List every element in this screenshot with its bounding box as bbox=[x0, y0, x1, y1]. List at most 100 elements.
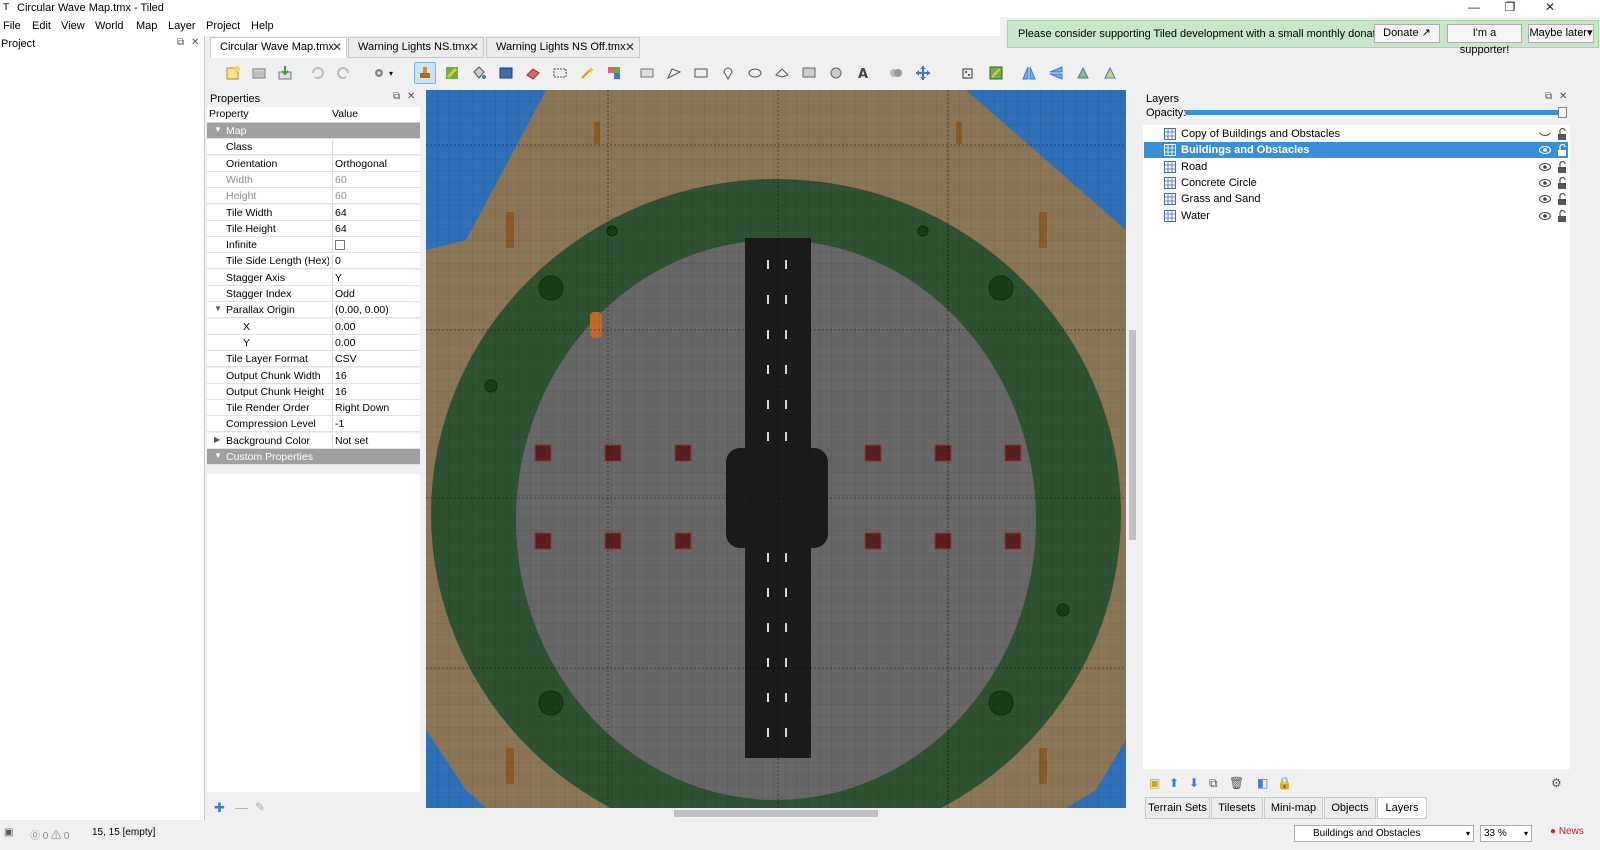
shape-fill-icon[interactable] bbox=[495, 62, 517, 84]
property-value[interactable]: 64 bbox=[332, 221, 420, 236]
minimize-button[interactable]: — bbox=[1456, 0, 1492, 15]
move-world-icon[interactable] bbox=[912, 62, 934, 84]
rotate-left-icon[interactable] bbox=[1072, 62, 1094, 84]
property-value[interactable]: 0 bbox=[332, 254, 420, 269]
unlock-icon[interactable] bbox=[1557, 144, 1567, 157]
unlock-icon[interactable] bbox=[1557, 176, 1567, 189]
rectangle-select-icon[interactable] bbox=[549, 62, 571, 84]
project-panel-float-icon[interactable]: ⧉ bbox=[177, 37, 184, 49]
menu-map[interactable]: Map bbox=[136, 20, 157, 33]
vertical-scroll-thumb[interactable] bbox=[1129, 330, 1136, 540]
property-value[interactable]: Right Down bbox=[332, 401, 420, 416]
show-other-layers-icon[interactable]: ◧ bbox=[1257, 776, 1268, 790]
property-value[interactable]: Y bbox=[332, 270, 420, 285]
property-row[interactable]: Compression Level -1 bbox=[207, 416, 420, 433]
lock-other-layers-icon[interactable]: 🔒 bbox=[1277, 776, 1292, 790]
lower-layer-icon[interactable]: ⬇ bbox=[1189, 776, 1199, 790]
undo-icon[interactable] bbox=[306, 62, 328, 84]
property-value[interactable]: 60 bbox=[332, 189, 420, 204]
restore-button[interactable]: ❐ bbox=[1492, 0, 1528, 15]
insert-polygon-icon[interactable] bbox=[771, 62, 793, 84]
properties-close-icon[interactable]: ✕ bbox=[407, 91, 415, 103]
new-layer-icon[interactable]: ▣ bbox=[1149, 776, 1160, 790]
eye-icon[interactable] bbox=[1539, 211, 1551, 221]
layers-close-icon[interactable]: ✕ bbox=[1559, 91, 1567, 103]
property-row[interactable]: Infinite bbox=[207, 237, 420, 254]
eye-icon[interactable] bbox=[1539, 145, 1551, 155]
tab-layers[interactable]: Layers bbox=[1377, 797, 1427, 819]
open-file-icon[interactable] bbox=[248, 62, 270, 84]
property-row[interactable]: Tile Layer Format CSV bbox=[207, 351, 420, 368]
magic-wand-icon[interactable] bbox=[576, 62, 598, 84]
menu-file[interactable]: File bbox=[3, 20, 21, 33]
property-row[interactable]: Tile Render Order Right Down bbox=[207, 400, 420, 417]
layer-row[interactable]: Road bbox=[1144, 158, 1568, 175]
property-value[interactable]: Not set bbox=[332, 433, 420, 448]
stamp-brush-icon[interactable] bbox=[414, 62, 436, 84]
layer-row[interactable]: Water bbox=[1144, 207, 1568, 224]
property-value[interactable]: 0.00 bbox=[332, 319, 420, 334]
horizontal-scroll-thumb[interactable] bbox=[674, 810, 878, 817]
property-value[interactable]: Odd bbox=[332, 287, 420, 301]
insert-text-icon[interactable]: A bbox=[852, 62, 874, 84]
raise-layer-icon[interactable]: ⬆ bbox=[1169, 776, 1179, 790]
eye-icon[interactable] bbox=[1539, 194, 1551, 204]
unlock-icon[interactable] bbox=[1557, 209, 1567, 222]
property-value[interactable]: 60 bbox=[332, 172, 420, 187]
property-row[interactable]: Class bbox=[207, 139, 420, 156]
select-same-tile-icon[interactable] bbox=[603, 62, 625, 84]
close-tab-icon[interactable]: ✕ bbox=[469, 38, 479, 57]
property-value[interactable]: CSV bbox=[332, 352, 420, 367]
property-value[interactable]: 16 bbox=[332, 384, 420, 399]
menu-view[interactable]: View bbox=[61, 20, 85, 33]
tab-tilesets[interactable]: Tilesets bbox=[1211, 797, 1263, 819]
eraser-icon[interactable] bbox=[522, 62, 544, 84]
expand-arrow-icon[interactable]: ▶ bbox=[214, 435, 220, 444]
tab-circular-wave-map[interactable]: Circular Wave Map.tmx ✕ bbox=[210, 37, 347, 58]
menu-edit[interactable]: Edit bbox=[32, 20, 51, 33]
layers-options-icon[interactable]: ⚙ bbox=[1551, 776, 1562, 790]
property-value[interactable]: 64 bbox=[332, 205, 420, 220]
insert-ellipse-icon[interactable] bbox=[744, 62, 766, 84]
world-tool-icon[interactable] bbox=[885, 62, 907, 84]
flip-vertical-icon[interactable] bbox=[1045, 62, 1067, 84]
collapse-arrow-icon[interactable]: ▼ bbox=[214, 125, 222, 134]
property-value[interactable]: -1 bbox=[332, 417, 420, 432]
delete-layer-icon[interactable]: 🗑 bbox=[1229, 776, 1244, 790]
property-value[interactable] bbox=[332, 140, 420, 155]
unlock-icon[interactable] bbox=[1557, 160, 1567, 173]
save-icon[interactable] bbox=[274, 62, 296, 84]
map-canvas[interactable] bbox=[426, 90, 1126, 808]
duplicate-layer-icon[interactable]: ⧉ bbox=[1209, 776, 1218, 791]
menu-layer[interactable]: Layer bbox=[168, 20, 196, 33]
collapse-arrow-icon[interactable]: ▼ bbox=[214, 304, 222, 313]
property-value[interactable]: Orthogonal bbox=[332, 156, 420, 171]
tab-objects[interactable]: Objects bbox=[1324, 797, 1376, 819]
property-value[interactable]: 0.00 bbox=[332, 335, 420, 350]
project-panel-close-icon[interactable]: ✕ bbox=[191, 37, 199, 49]
close-tab-icon[interactable]: ✕ bbox=[625, 38, 635, 57]
map-horizontal-scrollbar[interactable] bbox=[426, 808, 1138, 819]
property-row[interactable]: ▼ Custom Properties bbox=[207, 449, 420, 465]
property-row[interactable]: Height 60 bbox=[207, 188, 420, 205]
eye-icon[interactable] bbox=[1539, 162, 1551, 172]
property-row[interactable]: Stagger Axis Y bbox=[207, 269, 420, 286]
properties-float-icon[interactable]: ⧉ bbox=[393, 91, 400, 103]
random-mode-icon[interactable] bbox=[958, 62, 980, 84]
menu-help[interactable]: Help bbox=[251, 20, 274, 33]
news-button[interactable]: ● News bbox=[1550, 826, 1584, 837]
tab-terrain-sets[interactable]: Terrain Sets bbox=[1145, 797, 1210, 819]
unlock-icon[interactable] bbox=[1557, 128, 1567, 140]
opacity-slider[interactable] bbox=[1185, 110, 1563, 115]
property-value[interactable]: 16 bbox=[332, 368, 420, 383]
close-window-button[interactable]: ✕ bbox=[1532, 0, 1568, 15]
insert-tile-icon[interactable] bbox=[798, 62, 820, 84]
layer-row[interactable]: Copy of Buildings and Obstacles bbox=[1144, 126, 1568, 142]
insert-point-icon[interactable] bbox=[717, 62, 739, 84]
layer-row[interactable]: Buildings and Obstacles bbox=[1144, 142, 1568, 159]
collapse-arrow-icon[interactable]: ▼ bbox=[214, 451, 222, 460]
property-row[interactable]: Tile Width 64 bbox=[207, 204, 420, 221]
property-row[interactable]: Orientation Orthogonal bbox=[207, 155, 420, 172]
insert-template-icon[interactable] bbox=[825, 62, 847, 84]
insert-rectangle-icon[interactable] bbox=[690, 62, 712, 84]
